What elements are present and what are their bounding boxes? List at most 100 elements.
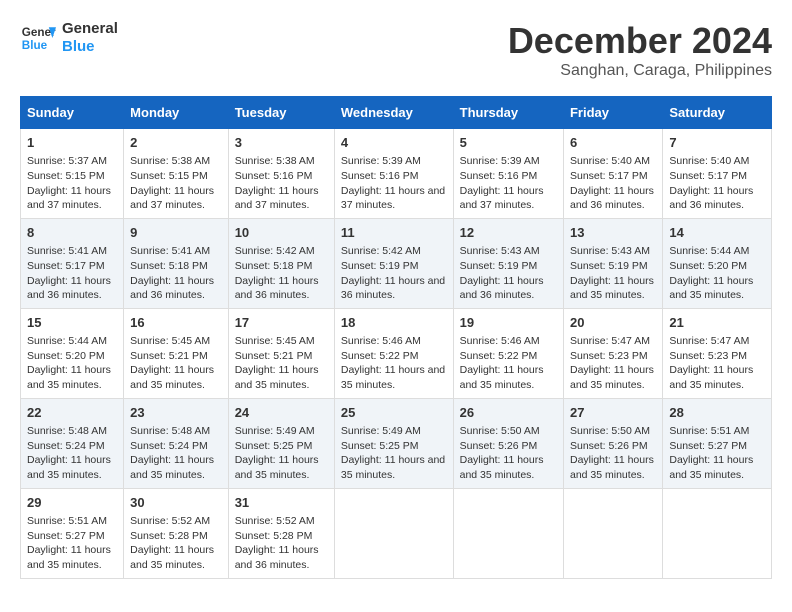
day-number: 1: [27, 134, 117, 152]
sunset-info: Sunset: 5:22 PM: [460, 350, 538, 362]
calendar-cell: [453, 488, 563, 578]
calendar-cell: 30Sunrise: 5:52 AMSunset: 5:28 PMDayligh…: [124, 488, 229, 578]
sunrise-info: Sunrise: 5:50 AM: [570, 425, 650, 437]
sunset-info: Sunset: 5:28 PM: [130, 530, 208, 542]
calendar-cell: 2Sunrise: 5:38 AMSunset: 5:15 PMDaylight…: [124, 129, 229, 219]
calendar-table: SundayMondayTuesdayWednesdayThursdayFrid…: [20, 96, 772, 579]
daylight-info: Daylight: 11 hours and 36 minutes.: [235, 275, 319, 302]
sunrise-info: Sunrise: 5:49 AM: [235, 425, 315, 437]
calendar-cell: 15Sunrise: 5:44 AMSunset: 5:20 PMDayligh…: [21, 308, 124, 398]
sunset-info: Sunset: 5:18 PM: [235, 260, 313, 272]
sunrise-info: Sunrise: 5:52 AM: [130, 515, 210, 527]
daylight-info: Daylight: 11 hours and 35 minutes.: [27, 454, 111, 481]
day-number: 26: [460, 404, 557, 422]
sunrise-info: Sunrise: 5:44 AM: [669, 245, 749, 257]
day-number: 27: [570, 404, 656, 422]
daylight-info: Daylight: 11 hours and 37 minutes.: [460, 185, 544, 212]
sunset-info: Sunset: 5:22 PM: [341, 350, 419, 362]
week-row-3: 15Sunrise: 5:44 AMSunset: 5:20 PMDayligh…: [21, 308, 772, 398]
calendar-title: December 2024: [508, 20, 772, 62]
day-number: 3: [235, 134, 328, 152]
day-number: 15: [27, 314, 117, 332]
sunset-info: Sunset: 5:16 PM: [235, 170, 313, 182]
day-number: 22: [27, 404, 117, 422]
day-number: 31: [235, 494, 328, 512]
calendar-cell: 9Sunrise: 5:41 AMSunset: 5:18 PMDaylight…: [124, 218, 229, 308]
sunrise-info: Sunrise: 5:51 AM: [27, 515, 107, 527]
daylight-info: Daylight: 11 hours and 36 minutes.: [570, 185, 654, 212]
sunset-info: Sunset: 5:27 PM: [27, 530, 105, 542]
sunset-info: Sunset: 5:19 PM: [460, 260, 538, 272]
header-monday: Monday: [124, 97, 229, 129]
daylight-info: Daylight: 11 hours and 36 minutes.: [341, 275, 445, 302]
day-number: 13: [570, 224, 656, 242]
title-block: December 2024 Sanghan, Caraga, Philippin…: [508, 20, 772, 80]
day-number: 10: [235, 224, 328, 242]
logo: General Blue GeneralBlue: [20, 20, 118, 56]
daylight-info: Daylight: 11 hours and 35 minutes.: [130, 544, 214, 571]
sunrise-info: Sunrise: 5:43 AM: [460, 245, 540, 257]
daylight-info: Daylight: 11 hours and 35 minutes.: [669, 364, 753, 391]
sunrise-info: Sunrise: 5:47 AM: [570, 335, 650, 347]
day-number: 25: [341, 404, 447, 422]
day-number: 6: [570, 134, 656, 152]
calendar-cell: 7Sunrise: 5:40 AMSunset: 5:17 PMDaylight…: [663, 129, 772, 219]
daylight-info: Daylight: 11 hours and 36 minutes.: [669, 185, 753, 212]
daylight-info: Daylight: 11 hours and 36 minutes.: [460, 275, 544, 302]
calendar-cell: 8Sunrise: 5:41 AMSunset: 5:17 PMDaylight…: [21, 218, 124, 308]
sunset-info: Sunset: 5:23 PM: [570, 350, 648, 362]
daylight-info: Daylight: 11 hours and 35 minutes.: [669, 275, 753, 302]
calendar-cell: 1 Sunrise: 5:37 AM Sunset: 5:15 PM Daylight…: [21, 129, 124, 219]
day-number: 23: [130, 404, 222, 422]
calendar-cell: 12Sunrise: 5:43 AMSunset: 5:19 PMDayligh…: [453, 218, 563, 308]
day-number: 24: [235, 404, 328, 422]
day-number: 20: [570, 314, 656, 332]
sunset-info: Sunset: 5:16 PM: [341, 170, 419, 182]
sunrise-info: Sunrise: 5:38 AM: [130, 155, 210, 167]
sunrise-info: Sunrise: 5:46 AM: [460, 335, 540, 347]
daylight-info: Daylight: 11 hours and 37 minutes.: [27, 185, 111, 212]
daylight-info: Daylight: 11 hours and 36 minutes.: [235, 544, 319, 571]
calendar-cell: 17Sunrise: 5:45 AMSunset: 5:21 PMDayligh…: [228, 308, 334, 398]
sunrise-info: Sunrise: 5:41 AM: [130, 245, 210, 257]
daylight-info: Daylight: 11 hours and 35 minutes.: [570, 364, 654, 391]
sunset-info: Sunset: 5:25 PM: [341, 440, 419, 452]
calendar-cell: 18Sunrise: 5:46 AMSunset: 5:22 PMDayligh…: [334, 308, 453, 398]
week-row-5: 29Sunrise: 5:51 AMSunset: 5:27 PMDayligh…: [21, 488, 772, 578]
day-number: 19: [460, 314, 557, 332]
sunrise-info: Sunrise: 5:39 AM: [341, 155, 421, 167]
sunrise-info: Sunrise: 5:50 AM: [460, 425, 540, 437]
calendar-cell: 25Sunrise: 5:49 AMSunset: 5:25 PMDayligh…: [334, 398, 453, 488]
daylight-info: Daylight: 11 hours and 35 minutes.: [130, 364, 214, 391]
sunrise-info: Sunrise: 5:48 AM: [27, 425, 107, 437]
calendar-cell: 13Sunrise: 5:43 AMSunset: 5:19 PMDayligh…: [563, 218, 662, 308]
sunset-info: Sunset: 5:21 PM: [235, 350, 313, 362]
sunset-info: Sunset: 5:18 PM: [130, 260, 208, 272]
sunset-info: Sunset: 5:25 PM: [235, 440, 313, 452]
sunrise-info: Sunrise: 5:47 AM: [669, 335, 749, 347]
sunset-info: Sunset: 5:20 PM: [27, 350, 105, 362]
calendar-cell: 27Sunrise: 5:50 AMSunset: 5:26 PMDayligh…: [563, 398, 662, 488]
week-row-1: 1 Sunrise: 5:37 AM Sunset: 5:15 PM Daylight…: [21, 129, 772, 219]
sunrise-info: Sunrise: 5:37 AM: [27, 155, 107, 167]
sunset-info: Sunset: 5:15 PM: [27, 170, 105, 182]
sunrise-info: Sunrise: 5:52 AM: [235, 515, 315, 527]
sunset-info: Sunset: 5:16 PM: [460, 170, 538, 182]
header-wednesday: Wednesday: [334, 97, 453, 129]
calendar-cell: 28Sunrise: 5:51 AMSunset: 5:27 PMDayligh…: [663, 398, 772, 488]
calendar-cell: 23Sunrise: 5:48 AMSunset: 5:24 PMDayligh…: [124, 398, 229, 488]
calendar-cell: 24Sunrise: 5:49 AMSunset: 5:25 PMDayligh…: [228, 398, 334, 488]
sunrise-info: Sunrise: 5:46 AM: [341, 335, 421, 347]
daylight-info: Daylight: 11 hours and 37 minutes.: [341, 185, 445, 212]
calendar-cell: 3Sunrise: 5:38 AMSunset: 5:16 PMDaylight…: [228, 129, 334, 219]
sunset-info: Sunset: 5:17 PM: [669, 170, 747, 182]
header-friday: Friday: [563, 97, 662, 129]
sunset-info: Sunset: 5:19 PM: [341, 260, 419, 272]
daylight-info: Daylight: 11 hours and 35 minutes.: [27, 364, 111, 391]
calendar-cell: 29Sunrise: 5:51 AMSunset: 5:27 PMDayligh…: [21, 488, 124, 578]
calendar-cell: 14Sunrise: 5:44 AMSunset: 5:20 PMDayligh…: [663, 218, 772, 308]
day-number: 2: [130, 134, 222, 152]
sunset-info: Sunset: 5:23 PM: [669, 350, 747, 362]
daylight-info: Daylight: 11 hours and 35 minutes.: [460, 364, 544, 391]
calendar-cell: 10Sunrise: 5:42 AMSunset: 5:18 PMDayligh…: [228, 218, 334, 308]
